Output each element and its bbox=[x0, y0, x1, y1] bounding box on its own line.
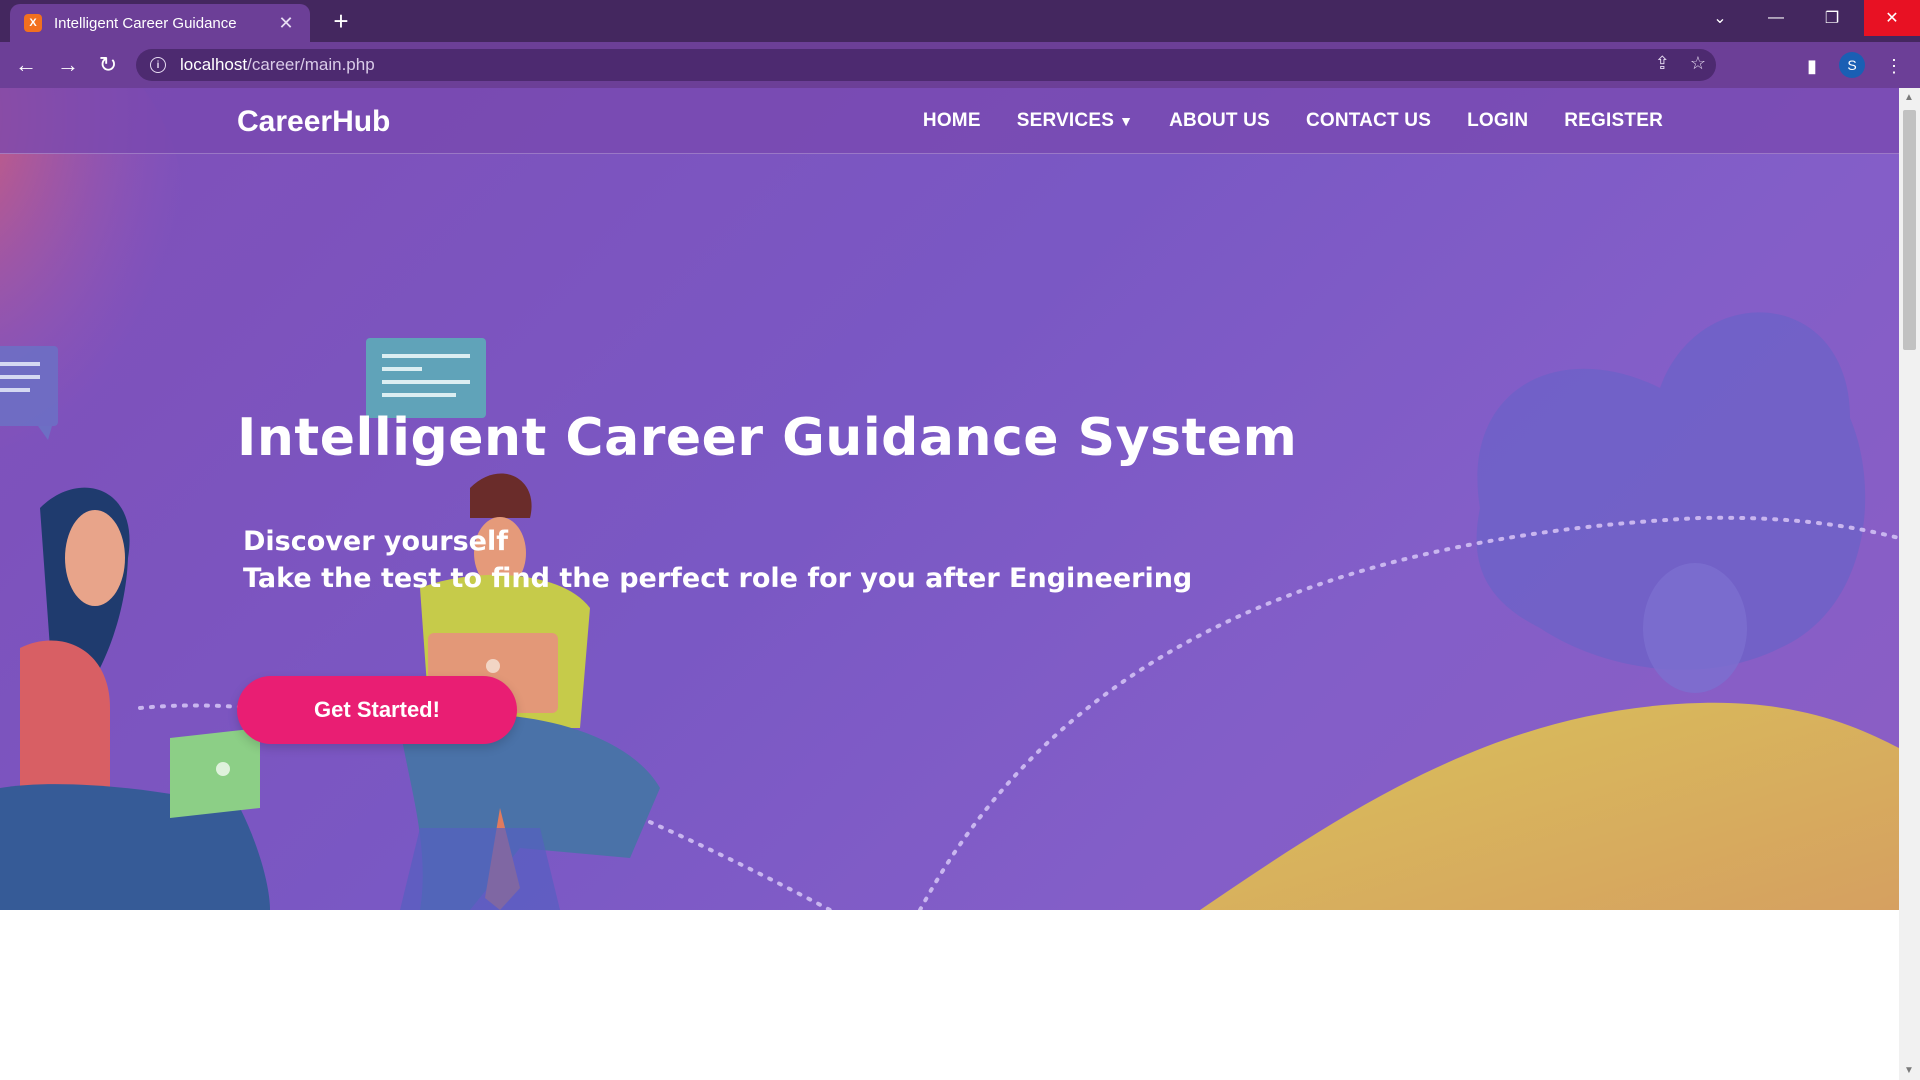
site-navbar: CareerHub HOME SERVICES ▼ ABOUT US CONTA… bbox=[0, 88, 1899, 154]
chat-bubble-left bbox=[0, 346, 58, 440]
hero-section: CareerHub HOME SERVICES ▼ ABOUT US CONTA… bbox=[0, 88, 1899, 910]
nav-contact-us[interactable]: CONTACT US bbox=[1306, 110, 1431, 132]
window-close-icon[interactable]: ✕ bbox=[1864, 0, 1920, 36]
url-host: localhost bbox=[180, 55, 248, 74]
hero-illustration bbox=[0, 88, 1899, 910]
page-viewport: CareerHub HOME SERVICES ▼ ABOUT US CONTA… bbox=[0, 88, 1899, 1080]
chat-bubble-center bbox=[366, 338, 486, 418]
bookmark-star-icon[interactable]: ☆ bbox=[1690, 53, 1706, 74]
restore-icon[interactable]: ❐ bbox=[1804, 0, 1860, 36]
scroll-down-arrow-icon[interactable]: ▼ bbox=[1904, 1065, 1914, 1076]
nav-home[interactable]: HOME bbox=[923, 110, 981, 132]
nav-about-us[interactable]: ABOUT US bbox=[1169, 110, 1270, 132]
yellow-hill-shape bbox=[1200, 702, 1899, 910]
tab-search-icon[interactable]: ⌄ bbox=[1692, 0, 1748, 36]
nav-login[interactable]: LOGIN bbox=[1467, 110, 1528, 132]
tab-title: Intelligent Career Guidance bbox=[54, 14, 237, 32]
nav-menu: HOME SERVICES ▼ ABOUT US CONTACT US LOGI… bbox=[923, 110, 1663, 132]
back-icon[interactable]: ← bbox=[10, 50, 42, 80]
xampp-favicon-icon: X bbox=[24, 14, 42, 32]
scroll-thumb[interactable] bbox=[1903, 110, 1916, 350]
get-started-button[interactable]: Get Started! bbox=[237, 676, 517, 744]
tab-close-icon[interactable]: ✕ bbox=[276, 13, 296, 34]
hero-subtitle-line1: Discover yourself bbox=[243, 526, 508, 557]
chevron-down-icon: ▼ bbox=[1119, 113, 1134, 129]
reload-icon[interactable]: ↻ bbox=[92, 50, 124, 80]
address-bar[interactable]: i localhost/career/main.php ⇪ ☆ bbox=[136, 49, 1716, 81]
side-panel-icon[interactable]: ▮ bbox=[1798, 52, 1826, 80]
hero-title: Intelligent Career Guidance System bbox=[237, 408, 1298, 468]
hero-subtitle-line2: Take the test to find the perfect role f… bbox=[243, 563, 1193, 594]
site-info-icon[interactable]: i bbox=[150, 57, 166, 73]
nav-services-label: SERVICES bbox=[1016, 110, 1115, 131]
new-tab-icon[interactable]: + bbox=[326, 6, 356, 37]
scroll-up-arrow-icon[interactable]: ▲ bbox=[1904, 92, 1914, 103]
nav-services[interactable]: SERVICES ▼ bbox=[1017, 110, 1133, 132]
brand-logo[interactable]: CareerHub bbox=[237, 105, 390, 139]
profile-avatar[interactable]: S bbox=[1839, 52, 1865, 78]
menu-kebab-icon[interactable]: ⋮ bbox=[1880, 52, 1908, 80]
browser-tabbar: X Intelligent Career Guidance ✕ + ⌄ — ❐ … bbox=[0, 0, 1920, 42]
nav-register[interactable]: REGISTER bbox=[1564, 110, 1663, 132]
forward-icon[interactable]: → bbox=[52, 50, 84, 80]
browser-tab[interactable]: X Intelligent Career Guidance ✕ bbox=[10, 4, 310, 42]
url-path: /career/main.php bbox=[247, 55, 375, 74]
woman-figure bbox=[0, 487, 270, 910]
share-icon[interactable]: ⇪ bbox=[1655, 53, 1670, 74]
blue-bubble-shape bbox=[1643, 563, 1747, 693]
page-scrollbar[interactable]: ▲ ▼ bbox=[1899, 88, 1920, 1080]
minimize-icon[interactable]: — bbox=[1748, 0, 1804, 36]
browser-toolbar: ← → ↻ i localhost/career/main.php ⇪ ☆ ▮ … bbox=[0, 42, 1920, 88]
